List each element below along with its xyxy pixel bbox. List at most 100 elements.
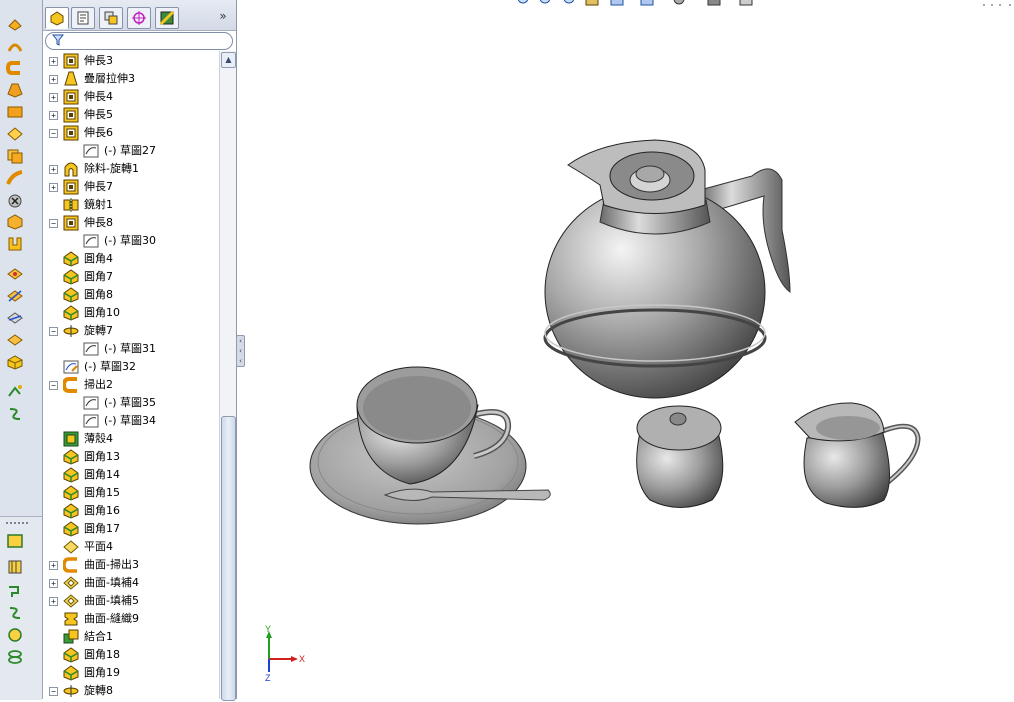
ref-coordinate-tool-icon[interactable]: [6, 310, 24, 326]
scrollbar-thumb[interactable]: [221, 416, 236, 701]
expand-node-icon[interactable]: +: [49, 57, 58, 66]
feature-tree-item[interactable]: 曲面-縫織9: [43, 610, 219, 628]
feature-tree-item[interactable]: 鏡射1: [43, 196, 219, 214]
graphics-area[interactable]: Y X Z: [243, 0, 1014, 699]
feature-tree-item-label: 圓角19: [84, 666, 120, 679]
feature-tree-item[interactable]: 圓角18: [43, 646, 219, 664]
feature-tree-item[interactable]: − 旋轉8: [43, 682, 219, 699]
feature-tree-item[interactable]: + 伸長5: [43, 106, 219, 124]
collapse-node-icon[interactable]: −: [49, 219, 58, 228]
feature-tree-item[interactable]: + 伸長4: [43, 88, 219, 106]
expand-node-icon[interactable]: +: [49, 75, 58, 84]
draft-tool-icon[interactable]: [6, 192, 24, 208]
feature-tree-item-label: 伸長5: [84, 108, 113, 121]
feature-tree-item[interactable]: (-) 草圖34: [43, 412, 219, 430]
collapse-node-icon[interactable]: −: [49, 381, 58, 390]
feature-tree-item[interactable]: 圓角4: [43, 250, 219, 268]
feature-manager-tab[interactable]: [45, 7, 69, 29]
extruded-cut-tool-icon[interactable]: [6, 104, 24, 120]
surface-loft-tool-icon[interactable]: [6, 605, 24, 621]
feature-tree-item[interactable]: 圓角15: [43, 484, 219, 502]
scroll-up-arrow-icon[interactable]: ▲: [221, 52, 236, 68]
cup-and-saucer-model[interactable]: [309, 366, 551, 525]
sweep-cut-tool-icon[interactable]: [6, 170, 24, 186]
expand-node-icon[interactable]: +: [49, 597, 58, 606]
expand-node-icon[interactable]: +: [49, 561, 58, 570]
triad-z-label: Z: [265, 673, 271, 683]
curves-tool-icon[interactable]: [6, 384, 24, 400]
feature-tree-item[interactable]: 平面4: [43, 538, 219, 556]
combine-tool-icon[interactable]: [6, 354, 24, 370]
feature-tree-item[interactable]: + 曲面-掃出3: [43, 556, 219, 574]
lofted-boss-tool-icon[interactable]: [6, 82, 24, 98]
feature-tree-item[interactable]: + 伸長3: [43, 52, 219, 70]
swept-boss-tool-icon[interactable]: [6, 60, 24, 76]
feature-tree-item[interactable]: + 伸長7: [43, 178, 219, 196]
feature-tree-item[interactable]: + 疊層拉伸3: [43, 70, 219, 88]
feature-tree-item[interactable]: (-) 草圖32: [43, 358, 219, 376]
dimxpert-tab[interactable]: [127, 7, 151, 29]
shell-tool-icon[interactable]: [6, 148, 24, 164]
tree-scrollbar[interactable]: ▲: [219, 51, 236, 701]
feature-tree-item[interactable]: 圓角14: [43, 466, 219, 484]
feature-tree-item[interactable]: − 掃出2: [43, 376, 219, 394]
surface-offset-tool-icon[interactable]: [6, 627, 24, 643]
rib-tool-icon[interactable]: [6, 236, 24, 252]
feature-tree-item[interactable]: (-) 草圖31: [43, 340, 219, 358]
revolved-boss-tool-icon[interactable]: [6, 38, 24, 54]
feature-tree-item[interactable]: (-) 草圖35: [43, 394, 219, 412]
feature-tree-item[interactable]: − 伸長8: [43, 214, 219, 232]
toolbar-grip[interactable]: [6, 522, 28, 527]
property-manager-tab[interactable]: [71, 7, 95, 29]
configuration-manager-tab[interactable]: [99, 7, 123, 29]
collapse-node-icon[interactable]: −: [49, 129, 58, 138]
expand-node-icon[interactable]: +: [49, 93, 58, 102]
feature-tree-item[interactable]: 圓角10: [43, 304, 219, 322]
feature-tree-item[interactable]: − 伸長6: [43, 124, 219, 142]
ref-point-tool-icon[interactable]: [6, 332, 24, 348]
feature-tree-item[interactable]: 圓角19: [43, 664, 219, 682]
feature-tree-item-label: (-) 草圖34: [104, 414, 157, 427]
wrap-tool-icon[interactable]: [6, 214, 24, 230]
tree-filter-input[interactable]: [45, 32, 233, 50]
feature-tree-item[interactable]: (-) 草圖30: [43, 232, 219, 250]
feature-tree-item[interactable]: 圓角13: [43, 448, 219, 466]
plane-icon: [63, 539, 79, 555]
expand-node-icon[interactable]: +: [49, 165, 58, 174]
expand-node-icon[interactable]: +: [49, 111, 58, 120]
feature-tree-item[interactable]: 圓角16: [43, 502, 219, 520]
collapse-node-icon[interactable]: −: [49, 327, 58, 336]
feature-tree-item[interactable]: + 除料-旋轉1: [43, 160, 219, 178]
sugar-bowl-model[interactable]: [636, 405, 724, 508]
collapse-node-icon[interactable]: −: [49, 687, 58, 696]
surface-revolve-tool-icon[interactable]: [6, 559, 24, 575]
expand-panel-chevron-icon[interactable]: »: [215, 8, 231, 24]
helix-tool-icon[interactable]: [6, 406, 24, 422]
model-viewport[interactable]: Y X Z: [243, 0, 1014, 699]
fillet-icon: [63, 251, 79, 267]
fillet-tool-icon[interactable]: [6, 126, 24, 142]
fillet-icon: [63, 305, 79, 321]
feature-tree-item[interactable]: 圓角17: [43, 520, 219, 538]
ref-axis-tool-icon[interactable]: [6, 288, 24, 304]
extruded-boss-tool-icon[interactable]: [6, 16, 24, 32]
display-manager-tab[interactable]: [155, 7, 179, 29]
ref-plane-tool-icon[interactable]: [6, 266, 24, 282]
shell-icon: [63, 431, 79, 447]
creamer-pitcher-model[interactable]: [794, 402, 921, 508]
feature-tree-item[interactable]: (-) 草圖27: [43, 142, 219, 160]
coffee-pot-model[interactable]: [543, 139, 791, 399]
feature-tree-item[interactable]: + 曲面-填補4: [43, 574, 219, 592]
expand-node-icon[interactable]: +: [49, 183, 58, 192]
surface-sweep-tool-icon[interactable]: [6, 583, 24, 599]
feature-tree-item[interactable]: + 曲面-填補5: [43, 592, 219, 610]
spiral-tool-icon[interactable]: [6, 649, 24, 665]
feature-tree-item[interactable]: 圓角8: [43, 286, 219, 304]
surface-extrude-tool-icon[interactable]: [6, 533, 24, 549]
feature-tree-item[interactable]: 薄殼4: [43, 430, 219, 448]
feature-tree-item[interactable]: 圓角7: [43, 268, 219, 286]
expand-node-icon[interactable]: +: [49, 579, 58, 588]
feature-tree-item-label: 伸長3: [84, 54, 113, 67]
feature-tree-item[interactable]: 結合1: [43, 628, 219, 646]
feature-tree-item[interactable]: − 旋轉7: [43, 322, 219, 340]
